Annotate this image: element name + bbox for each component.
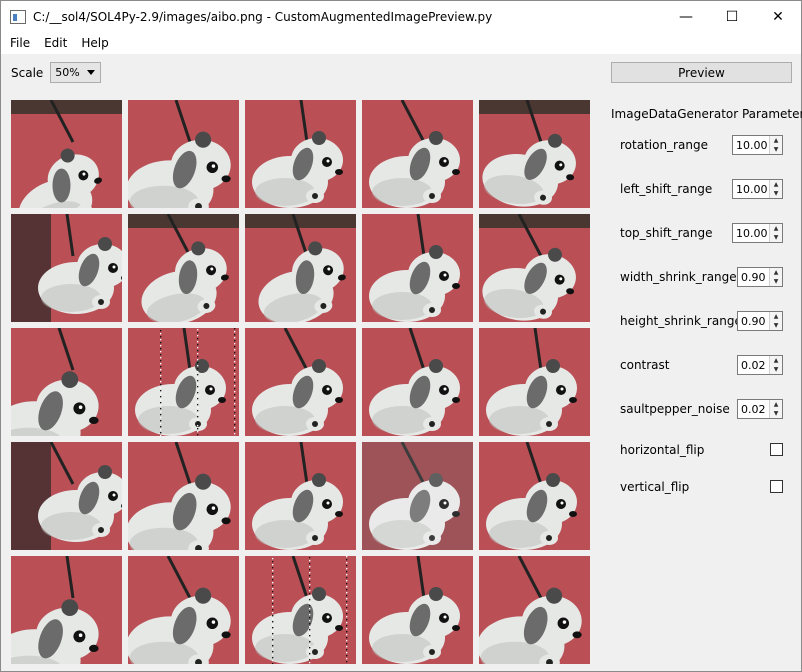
menu-edit[interactable]: Edit [39, 36, 72, 50]
augmented-thumbnail [11, 442, 122, 550]
augmented-thumbnail [245, 328, 356, 436]
vertical-flip-checkbox[interactable] [770, 480, 783, 493]
vertical-flip-label: vertical_flip [620, 480, 690, 494]
scale-dropdown[interactable]: 50% [50, 62, 102, 83]
window-title: C:/__sol4/SOL4Py-2.9/images/aibo.png - C… [33, 9, 493, 24]
augmented-thumbnail [11, 328, 122, 436]
augmented-thumbnail [128, 100, 239, 208]
scale-value: 50% [55, 66, 80, 79]
chevron-down-icon [87, 70, 96, 75]
augmented-thumbnail [11, 214, 122, 322]
menu-bar: File Edit Help [1, 32, 801, 54]
close-button[interactable]: ✕ [755, 1, 801, 32]
width-shrink-range-label: width_shrink_range [620, 270, 737, 284]
rotation-range-value: 10.00 [736, 138, 768, 152]
augmented-thumbnail [479, 442, 590, 550]
spin-down-icon[interactable]: ▼ [770, 409, 782, 418]
scale-label: Scale [11, 65, 44, 80]
augmented-thumbnail [128, 328, 239, 436]
augmented-thumbnail [128, 556, 239, 664]
augmented-thumbnail [245, 442, 356, 550]
augmented-thumbnail [128, 442, 239, 550]
rotation-range-spinbox[interactable]: 10.00 ▲ ▼ [732, 135, 783, 155]
spin-up-icon[interactable]: ▲ [770, 356, 782, 365]
augmented-thumbnail [362, 100, 473, 208]
spin-up-icon[interactable]: ▲ [770, 136, 782, 145]
augmented-thumbnail [479, 100, 590, 208]
app-window: C:/__sol4/SOL4Py-2.9/images/aibo.png - C… [0, 0, 802, 672]
spin-down-icon[interactable]: ▼ [770, 145, 782, 154]
minimize-button[interactable]: — [663, 1, 709, 32]
spin-up-icon[interactable]: ▲ [770, 312, 782, 321]
spin-down-icon[interactable]: ▼ [770, 277, 782, 286]
top-shift-range-label: top_shift_range [620, 226, 713, 240]
augmented-thumbnail [245, 556, 356, 664]
spin-up-icon[interactable]: ▲ [770, 400, 782, 409]
horizontal-flip-label: horizontal_flip [620, 443, 705, 457]
augmented-thumbnail [362, 328, 473, 436]
spin-up-icon[interactable]: ▲ [770, 180, 782, 189]
height-shrink-range-value: 0.90 [741, 314, 766, 328]
saultpepper-noise-label: saultpepper_noise [620, 402, 730, 416]
augmented-thumbnail [245, 214, 356, 322]
saultpepper-noise-value: 0.02 [741, 402, 766, 416]
augmented-thumbnail [11, 100, 122, 208]
augmented-thumbnail [479, 214, 590, 322]
spin-down-icon[interactable]: ▼ [770, 321, 782, 330]
scale-row: Scale 50% [11, 62, 102, 83]
top-shift-range-spinbox[interactable]: 10.00 ▲ ▼ [732, 223, 783, 243]
augmented-thumbnail [128, 214, 239, 322]
left-shift-range-value: 10.00 [736, 182, 768, 196]
left-shift-range-label: left_shift_range [620, 182, 713, 196]
maximize-button[interactable]: ☐ [709, 1, 755, 32]
augmented-thumbnail [245, 100, 356, 208]
augmented-thumbnail [11, 556, 122, 664]
width-shrink-range-value: 0.90 [741, 270, 766, 284]
augmented-thumbnail [479, 556, 590, 664]
title-bar: C:/__sol4/SOL4Py-2.9/images/aibo.png - C… [1, 1, 801, 32]
augmented-image-grid [11, 100, 590, 664]
width-shrink-range-spinbox[interactable]: 0.90 ▲ ▼ [737, 267, 783, 287]
contrast-label: contrast [620, 358, 670, 372]
menu-help[interactable]: Help [76, 36, 113, 50]
spin-down-icon[interactable]: ▼ [770, 365, 782, 374]
rotation-range-label: rotation_range [620, 138, 708, 152]
params-title: ImageDataGenerator Parameters: [611, 107, 802, 121]
spin-up-icon[interactable]: ▲ [770, 224, 782, 233]
menu-file[interactable]: File [5, 36, 35, 50]
augmented-thumbnail [362, 556, 473, 664]
contrast-value: 0.02 [741, 358, 766, 372]
height-shrink-range-spinbox[interactable]: 0.90 ▲ ▼ [737, 311, 783, 331]
preview-button[interactable]: Preview [611, 62, 792, 83]
spin-down-icon[interactable]: ▼ [770, 233, 782, 242]
top-shift-range-value: 10.00 [736, 226, 768, 240]
saultpepper-noise-spinbox[interactable]: 0.02 ▲ ▼ [737, 399, 783, 419]
augmented-thumbnail [362, 442, 473, 550]
left-shift-range-spinbox[interactable]: 10.00 ▲ ▼ [732, 179, 783, 199]
augmented-thumbnail [362, 214, 473, 322]
horizontal-flip-checkbox[interactable] [770, 443, 783, 456]
spin-down-icon[interactable]: ▼ [770, 189, 782, 198]
augmented-thumbnail [479, 328, 590, 436]
height-shrink-range-label: height_shrink_range [620, 314, 742, 328]
window-controls: — ☐ ✕ [663, 1, 801, 32]
contrast-spinbox[interactable]: 0.02 ▲ ▼ [737, 355, 783, 375]
app-icon [10, 9, 26, 24]
spin-up-icon[interactable]: ▲ [770, 268, 782, 277]
